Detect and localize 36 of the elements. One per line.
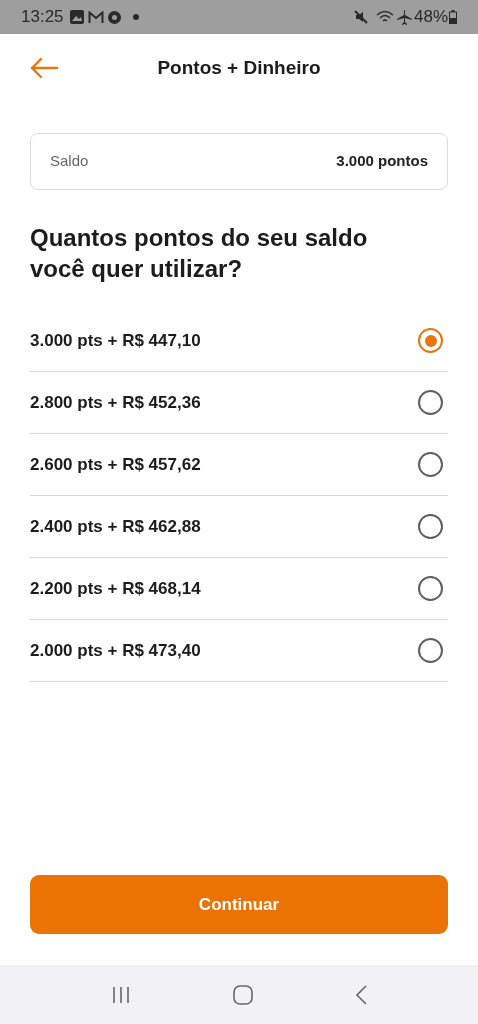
image-icon: [69, 10, 84, 24]
option-row[interactable]: 2.400 pts + R$ 462,88: [30, 496, 448, 558]
balance-label: Saldo: [50, 151, 89, 172]
option-label: 3.000 pts + R$ 447,10: [30, 329, 201, 352]
radio-button[interactable]: [418, 638, 443, 663]
option-label: 2.800 pts + R$ 452,36: [30, 391, 201, 414]
option-label: 2.600 pts + R$ 457,62: [30, 453, 201, 476]
airplane-icon: [396, 9, 412, 25]
option-label: 2.400 pts + R$ 462,88: [30, 515, 201, 538]
circle-icon: [107, 10, 121, 24]
option-row[interactable]: 2.000 pts + R$ 473,40: [30, 620, 448, 682]
status-time: 13:25: [21, 6, 64, 29]
radio-button[interactable]: [418, 452, 443, 477]
mail-icon: [87, 10, 104, 24]
battery-icon: [449, 10, 457, 24]
option-label: 2.200 pts + R$ 468,14: [30, 577, 201, 600]
back-arrow-icon: [30, 58, 58, 78]
home-icon[interactable]: [233, 984, 253, 1005]
balance-value: 3.000 pontos: [336, 151, 428, 172]
radio-button[interactable]: [418, 514, 443, 539]
page-title: Pontos + Dinheiro: [156, 55, 322, 80]
option-row[interactable]: 2.600 pts + R$ 457,62: [30, 434, 448, 496]
question-heading: Quantos pontos do seu saldo você quer utilizar?: [30, 223, 369, 284]
radio-button[interactable]: [418, 390, 443, 415]
option-row[interactable]: 3.000 pts + R$ 447,10: [30, 310, 448, 372]
mute-icon: [353, 10, 368, 24]
dot-icon: [132, 14, 139, 20]
option-row[interactable]: 2.200 pts + R$ 468,14: [30, 558, 448, 620]
radio-button[interactable]: [418, 576, 443, 601]
wifi-icon: [375, 10, 394, 24]
battery-percent: 48%: [413, 6, 448, 29]
option-row[interactable]: 2.800 pts + R$ 452,36: [30, 372, 448, 434]
back-icon[interactable]: [355, 984, 367, 1005]
recent-apps-icon[interactable]: [111, 985, 131, 1004]
option-label: 2.000 pts + R$ 473,40: [30, 639, 201, 662]
radio-button[interactable]: [418, 328, 443, 353]
